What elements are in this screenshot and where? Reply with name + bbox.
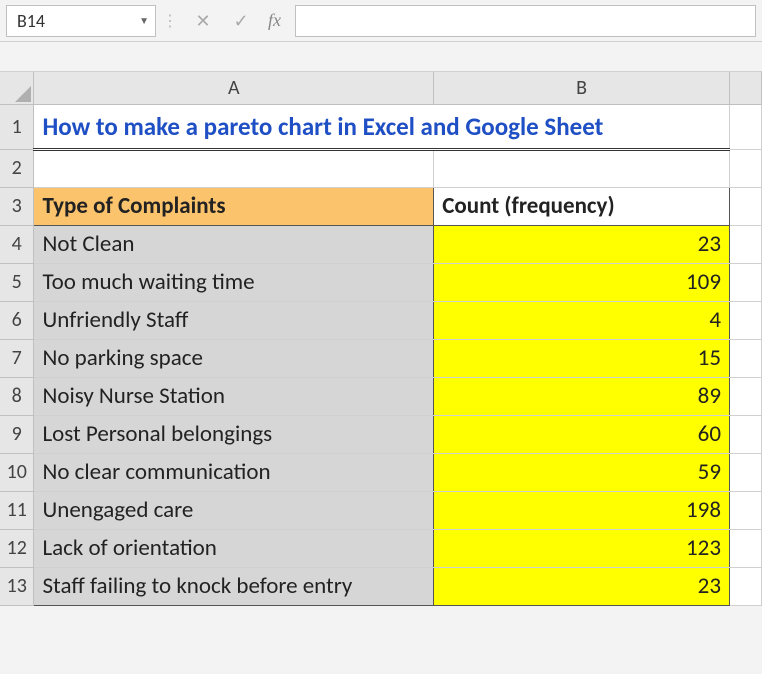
row-3: 3 Type of Complaints Count (frequency) (0, 187, 762, 225)
column-header-c[interactable] (730, 72, 762, 104)
cell-b11[interactable]: 198 (434, 491, 730, 529)
cell-b5[interactable]: 109 (434, 263, 730, 301)
cell-a9[interactable]: Lost Personal belongings (34, 415, 434, 453)
chevron-down-icon[interactable]: ▼ (139, 14, 149, 27)
row-header-1[interactable]: 1 (0, 104, 34, 149)
cell-b6[interactable]: 4 (434, 301, 730, 339)
row-12: 12 Lack of orientation 123 (0, 529, 762, 567)
cell-b10[interactable]: 59 (434, 453, 730, 491)
title-cell[interactable]: How to make a pareto chart in Excel and … (34, 104, 730, 149)
fx-label[interactable]: fx (268, 10, 281, 31)
spreadsheet-grid[interactable]: A B 1 How to make a pareto chart in Exce… (0, 72, 762, 606)
cancel-formula-button[interactable]: ✕ (188, 6, 218, 36)
cell-c13[interactable] (730, 567, 762, 605)
row-header-2[interactable]: 2 (0, 149, 34, 187)
row-header-8[interactable]: 8 (0, 377, 34, 415)
cell-a13[interactable]: Staff failing to knock before entry (34, 567, 434, 605)
triangle-icon (15, 86, 31, 102)
row-2: 2 (0, 149, 762, 187)
check-icon: ✓ (233, 10, 248, 32)
row-10: 10 No clear communication 59 (0, 453, 762, 491)
cell-a4[interactable]: Not Clean (34, 225, 434, 263)
cell-a12[interactable]: Lack of orientation (34, 529, 434, 567)
cell-a5[interactable]: Too much waiting time (34, 263, 434, 301)
row-6: 6 Unfriendly Staff 4 (0, 301, 762, 339)
cell-b2[interactable] (434, 149, 730, 187)
formula-bar: B14 ▼ ⋮ ✕ ✓ fx (0, 0, 762, 42)
enter-formula-button[interactable]: ✓ (226, 6, 256, 36)
cell-b9[interactable]: 60 (434, 415, 730, 453)
row-7: 7 No parking space 15 (0, 339, 762, 377)
row-header-4[interactable]: 4 (0, 225, 34, 263)
select-all-corner[interactable] (0, 72, 34, 104)
cell-c11[interactable] (730, 491, 762, 529)
row-11: 11 Unengaged care 198 (0, 491, 762, 529)
cell-a6[interactable]: Unfriendly Staff (34, 301, 434, 339)
cell-a2[interactable] (34, 149, 434, 187)
cell-c6[interactable] (730, 301, 762, 339)
row-5: 5 Too much waiting time 109 (0, 263, 762, 301)
row-header-13[interactable]: 13 (0, 567, 34, 605)
row-13: 13 Staff failing to knock before entry 2… (0, 567, 762, 605)
close-icon: ✕ (195, 10, 210, 32)
cell-b7[interactable]: 15 (434, 339, 730, 377)
cell-c10[interactable] (730, 453, 762, 491)
row-header-6[interactable]: 6 (0, 301, 34, 339)
ribbon-spacer (0, 42, 762, 72)
cell-a11[interactable]: Unengaged care (34, 491, 434, 529)
cell-c5[interactable] (730, 263, 762, 301)
cell-b8[interactable]: 89 (434, 377, 730, 415)
vertical-dots-icon: ⋮ (156, 11, 184, 31)
cell-c2[interactable] (730, 149, 762, 187)
name-box-value: B14 (17, 10, 45, 32)
cell-c3[interactable] (730, 187, 762, 225)
header-count[interactable]: Count (frequency) (434, 187, 730, 225)
cell-b4[interactable]: 23 (434, 225, 730, 263)
row-header-12[interactable]: 12 (0, 529, 34, 567)
row-1: 1 How to make a pareto chart in Excel an… (0, 104, 762, 149)
row-header-9[interactable]: 9 (0, 415, 34, 453)
row-header-10[interactable]: 10 (0, 453, 34, 491)
cell-a10[interactable]: No clear communication (34, 453, 434, 491)
cell-c12[interactable] (730, 529, 762, 567)
column-header-a[interactable]: A (34, 72, 434, 104)
cell-c9[interactable] (730, 415, 762, 453)
cell-c4[interactable] (730, 225, 762, 263)
cell-a7[interactable]: No parking space (34, 339, 434, 377)
column-header-row: A B (0, 72, 762, 104)
formula-input[interactable] (295, 5, 756, 37)
cell-a8[interactable]: Noisy Nurse Station (34, 377, 434, 415)
row-4: 4 Not Clean 23 (0, 225, 762, 263)
row-header-3[interactable]: 3 (0, 187, 34, 225)
row-header-11[interactable]: 11 (0, 491, 34, 529)
row-8: 8 Noisy Nurse Station 89 (0, 377, 762, 415)
cell-c7[interactable] (730, 339, 762, 377)
cell-c1[interactable] (730, 104, 762, 149)
row-9: 9 Lost Personal belongings 60 (0, 415, 762, 453)
column-header-b[interactable]: B (434, 72, 730, 104)
cell-b12[interactable]: 123 (434, 529, 730, 567)
cell-c8[interactable] (730, 377, 762, 415)
header-type[interactable]: Type of Complaints (34, 187, 434, 225)
name-box[interactable]: B14 ▼ (6, 5, 156, 37)
cell-b13[interactable]: 23 (434, 567, 730, 605)
row-header-7[interactable]: 7 (0, 339, 34, 377)
row-header-5[interactable]: 5 (0, 263, 34, 301)
